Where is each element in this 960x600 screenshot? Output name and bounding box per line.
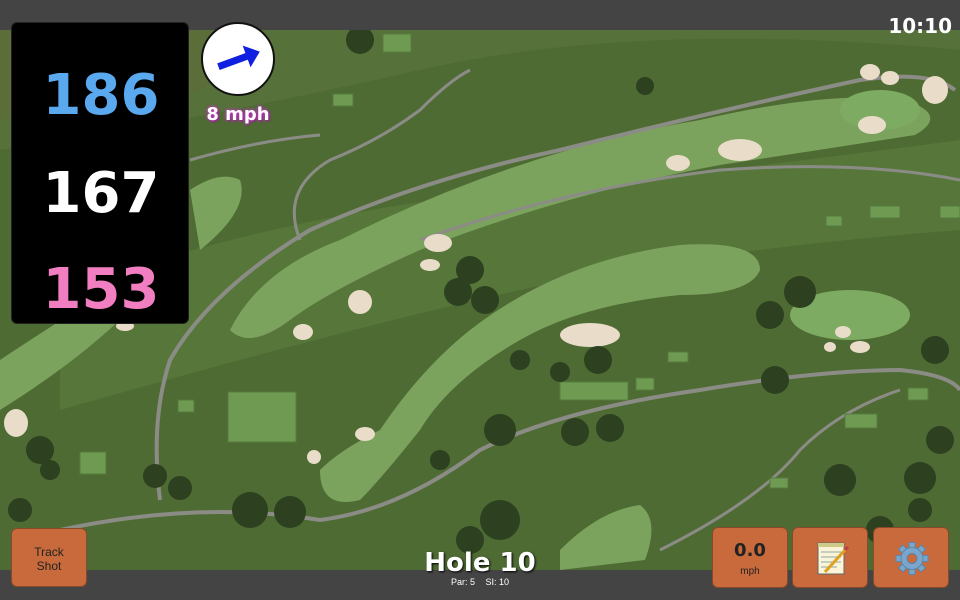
middle-of-green-yardage: 167 (42, 161, 160, 226)
front-of-green-yardage: 153 (42, 257, 160, 322)
track-shot-button[interactable]: Track Shot (11, 528, 87, 587)
yardage-panel: 186 167 153 (11, 22, 189, 324)
gear-icon (895, 542, 929, 575)
wind-direction-indicator (201, 22, 275, 96)
arrow-right-icon (217, 45, 260, 70)
hole-info: Par: 5 SI: 10 (380, 577, 580, 587)
back-of-green-yardage: 186 (42, 63, 160, 128)
hole-title: Hole 10 (424, 548, 536, 578)
settings-button[interactable] (873, 527, 949, 588)
scorecard-notes-button[interactable] (792, 527, 868, 588)
track-shot-label: Track Shot (34, 545, 64, 573)
swing-speed-button[interactable]: 0.0 mph (712, 527, 788, 588)
status-clock: 10:10 (888, 14, 952, 38)
notepad-icon (817, 542, 850, 575)
speed-value: 0.0 (734, 540, 766, 561)
hole-par: Par: 5 (450, 577, 475, 587)
speed-unit: mph (740, 566, 760, 577)
hole-stroke-index: SI: 10 (485, 577, 510, 587)
wind-speed-label: 8 mph (206, 104, 270, 125)
